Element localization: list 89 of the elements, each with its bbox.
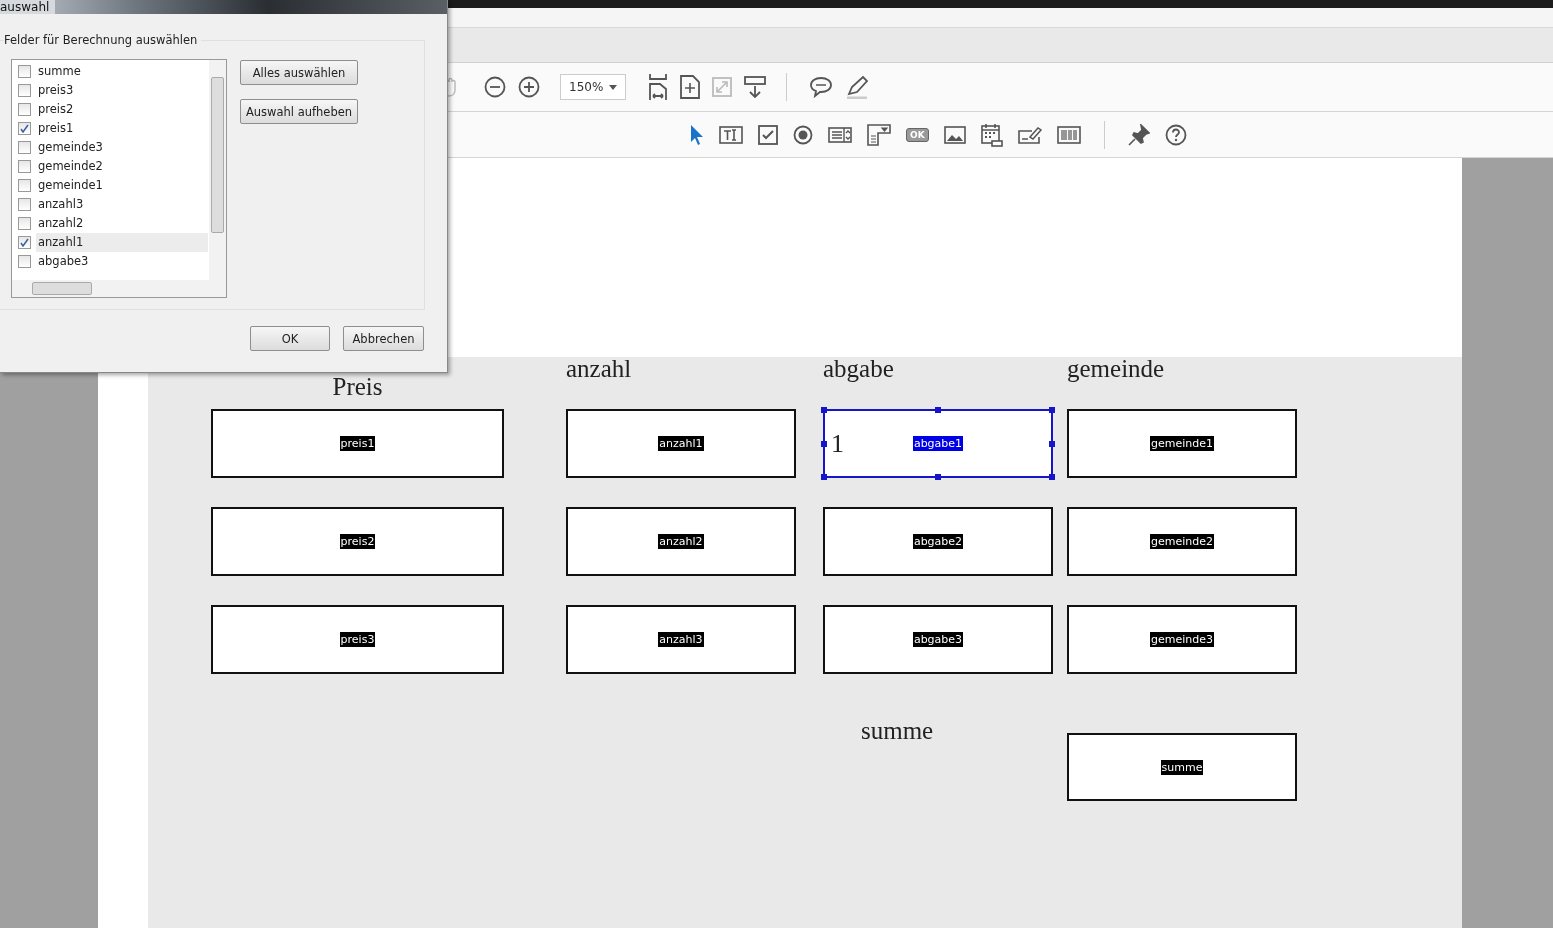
resize-handle[interactable] bbox=[1049, 407, 1055, 413]
field-name: preis1 bbox=[339, 436, 376, 451]
resize-handle[interactable] bbox=[821, 474, 827, 480]
list-item[interactable]: gemeinde1 bbox=[36, 176, 208, 195]
field-name: summe bbox=[1160, 759, 1204, 775]
checkbox-icon[interactable] bbox=[758, 124, 778, 145]
signature-icon[interactable] bbox=[1017, 124, 1042, 145]
form-field[interactable]: preis2 bbox=[211, 507, 504, 576]
resize-handle[interactable] bbox=[935, 474, 941, 480]
field-name: anzahl3 bbox=[658, 632, 704, 647]
column-heading: anzahl bbox=[566, 356, 633, 381]
field-name: preis3 bbox=[339, 632, 376, 647]
image-icon[interactable] bbox=[943, 125, 966, 144]
list-item[interactable]: preis1 bbox=[36, 119, 208, 138]
help-icon[interactable] bbox=[1164, 123, 1187, 146]
calendar-icon[interactable] bbox=[980, 122, 1003, 147]
group-label: Felder für Berechnung auswählen bbox=[4, 33, 202, 47]
form-field[interactable]: 1 abgabe1 bbox=[823, 409, 1053, 478]
checkbox[interactable] bbox=[18, 255, 31, 268]
checkbox[interactable] bbox=[18, 65, 31, 78]
zoom-in-icon[interactable] bbox=[518, 76, 540, 98]
radio-button-icon[interactable] bbox=[793, 124, 813, 145]
pointer-icon[interactable] bbox=[690, 124, 704, 145]
form-field[interactable]: abgabe3 bbox=[823, 605, 1053, 674]
zoom-dropdown[interactable]: 150% bbox=[560, 74, 626, 100]
form-field[interactable]: anzahl1 bbox=[566, 409, 796, 478]
dialog-title: auswahl bbox=[0, 0, 56, 14]
horizontal-scrollbar[interactable] bbox=[12, 280, 226, 297]
list-item[interactable]: preis3 bbox=[36, 81, 208, 100]
resize-handle[interactable] bbox=[821, 407, 827, 413]
form-field[interactable]: gemeinde1 bbox=[1067, 409, 1297, 478]
list-item[interactable]: anzahl3 bbox=[36, 195, 208, 214]
fit-width-icon[interactable] bbox=[648, 74, 668, 100]
caret-icon[interactable] bbox=[609, 84, 617, 90]
field-name: abgabe3 bbox=[912, 632, 964, 647]
field-name: abgabe2 bbox=[912, 534, 964, 549]
field-name: preis2 bbox=[339, 534, 376, 549]
list-item[interactable]: abgabe3 bbox=[36, 252, 208, 271]
checkbox[interactable] bbox=[18, 217, 31, 230]
highlighter-icon[interactable] bbox=[845, 75, 869, 99]
resize-handle[interactable] bbox=[935, 407, 941, 413]
checkbox[interactable] bbox=[18, 179, 31, 192]
column-heading: Preis bbox=[331, 374, 384, 399]
form-field[interactable]: gemeinde3 bbox=[1067, 605, 1297, 674]
list-item[interactable]: anzahl2 bbox=[36, 214, 208, 233]
comment-icon[interactable] bbox=[809, 76, 833, 98]
field-name: anzahl2 bbox=[658, 534, 704, 549]
cancel-button[interactable]: Abbrechen bbox=[343, 326, 424, 351]
resize-handle[interactable] bbox=[821, 440, 827, 447]
form-field[interactable]: preis3 bbox=[211, 605, 504, 674]
field-name: gemeinde1 bbox=[1150, 436, 1214, 451]
checkbox[interactable] bbox=[18, 141, 31, 154]
dialog-button[interactable]: Alles auswählen bbox=[240, 60, 358, 85]
zoom-out-icon[interactable] bbox=[484, 76, 506, 98]
field-name: gemeinde3 bbox=[1150, 632, 1214, 647]
list-item[interactable]: gemeinde3 bbox=[36, 138, 208, 157]
form-field[interactable]: preis1 bbox=[211, 409, 504, 478]
list-item[interactable]: anzahl1 bbox=[36, 233, 208, 252]
checkbox[interactable] bbox=[18, 84, 31, 97]
column-heading: abgabe bbox=[823, 356, 895, 381]
field-name: abgabe1 bbox=[912, 436, 964, 451]
pin-icon[interactable] bbox=[1127, 123, 1150, 146]
list-item[interactable]: summe bbox=[36, 62, 208, 81]
dropdown-icon[interactable] bbox=[867, 123, 891, 146]
form-field[interactable]: anzahl3 bbox=[566, 605, 796, 674]
form-field[interactable]: anzahl2 bbox=[566, 507, 796, 576]
form-field[interactable]: summe bbox=[1067, 733, 1297, 801]
total-label: summe bbox=[860, 717, 935, 745]
field-name: gemeinde2 bbox=[1150, 534, 1214, 549]
form-field[interactable]: abgabe2 bbox=[823, 507, 1053, 576]
list-box-icon[interactable] bbox=[828, 126, 852, 143]
dialog-button[interactable]: Auswahl aufheben bbox=[240, 99, 358, 124]
resize-handle[interactable] bbox=[1049, 474, 1055, 480]
column-heading: gemeinde bbox=[1067, 356, 1166, 381]
vertical-scrollbar[interactable] bbox=[209, 60, 226, 281]
list-item[interactable]: gemeinde2 bbox=[36, 157, 208, 176]
text-field-icon[interactable] bbox=[719, 125, 743, 144]
checkbox[interactable] bbox=[18, 122, 31, 135]
list-item[interactable]: preis2 bbox=[36, 100, 208, 119]
checkbox[interactable] bbox=[18, 198, 31, 211]
field-value: 1 bbox=[831, 429, 844, 459]
ok-button[interactable]: OK bbox=[250, 326, 330, 351]
checkbox[interactable] bbox=[18, 103, 31, 116]
barcode-icon[interactable] bbox=[1056, 125, 1081, 144]
resize-handle[interactable] bbox=[1049, 440, 1055, 447]
field-name: anzahl1 bbox=[658, 436, 704, 451]
checkbox[interactable] bbox=[18, 236, 31, 249]
form-field[interactable]: gemeinde2 bbox=[1067, 507, 1297, 576]
checkbox[interactable] bbox=[18, 160, 31, 173]
